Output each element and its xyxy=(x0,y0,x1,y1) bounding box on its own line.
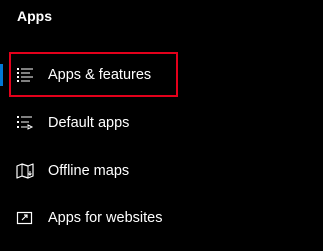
nav-item-offline-maps[interactable]: Offline maps xyxy=(0,151,323,191)
nav-item-label: Apps for websites xyxy=(48,210,163,226)
section-title: Apps xyxy=(17,8,52,24)
highlight-box xyxy=(9,52,178,97)
nav-item-default-apps[interactable]: Default apps xyxy=(0,103,323,143)
nav-item-label: Default apps xyxy=(48,115,130,131)
nav-item-apps-for-websites[interactable]: Apps for websites xyxy=(0,198,323,238)
nav-item-label: Offline maps xyxy=(48,163,130,179)
default-apps-icon xyxy=(16,114,34,132)
apps-for-websites-icon xyxy=(16,209,34,227)
offline-maps-icon xyxy=(16,162,34,180)
